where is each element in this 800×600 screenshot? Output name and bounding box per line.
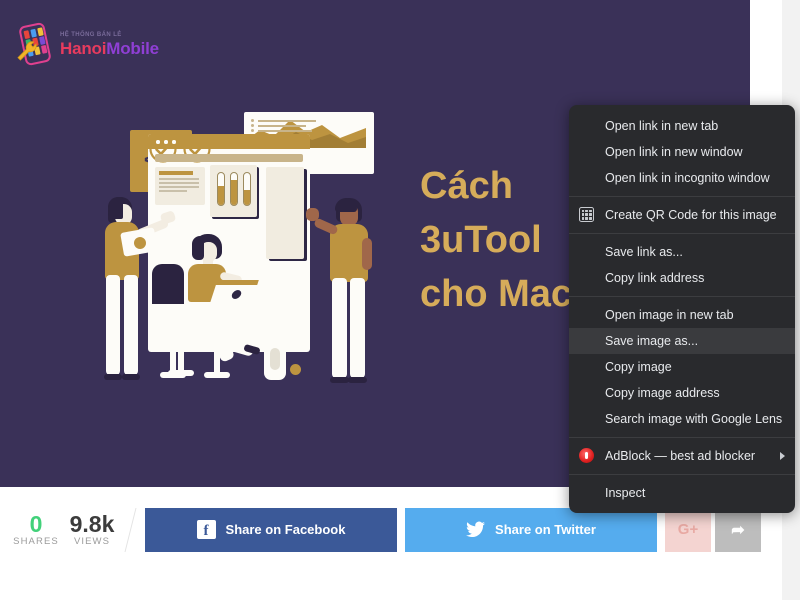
menu-item-copy-image-address[interactable]: Copy image address	[569, 380, 795, 406]
menu-separator	[569, 233, 795, 234]
menu-separator	[569, 196, 795, 197]
menu-item-open-link-incognito[interactable]: Open link in incognito window	[569, 165, 795, 191]
share-twitter-label: Share on Twitter	[495, 522, 596, 537]
menu-item-label: Create QR Code for this image	[605, 208, 777, 222]
share-facebook-label: Share on Facebook	[225, 522, 346, 537]
menu-item-label: Copy image	[605, 360, 672, 374]
qr-code-icon	[579, 207, 595, 223]
menu-item-adblock[interactable]: AdBlock — best ad blocker	[569, 443, 795, 469]
menu-item-save-link-as[interactable]: Save link as...	[569, 239, 795, 265]
menu-item-label: Open link in new tab	[605, 119, 719, 133]
site-logo[interactable]: HỆ THỐNG BÁN LẺ HanoiMobile	[16, 21, 159, 67]
menu-item-label: Open image in new tab	[605, 308, 734, 322]
menu-separator	[569, 474, 795, 475]
menu-item-open-link-new-tab[interactable]: Open link in new tab	[569, 113, 795, 139]
menu-item-label: Save image as...	[605, 334, 699, 348]
share-more-button[interactable]: ➦	[715, 507, 761, 552]
views-counter: 9.8k VIEWS	[64, 512, 120, 547]
menu-item-label: Open link in incognito window	[605, 171, 770, 185]
wrench-icon	[17, 41, 37, 61]
share-twitter-button[interactable]: Share on Twitter	[405, 507, 657, 552]
phone-wrench-icon	[16, 21, 54, 67]
adblock-icon	[579, 448, 595, 464]
menu-item-label: Open link in new window	[605, 145, 743, 159]
browser-page: HỆ THỐNG BÁN LẺ HanoiMobile Cách 3uTool …	[0, 0, 800, 600]
chevron-right-icon	[780, 452, 785, 460]
shares-value: 0	[29, 510, 43, 537]
logo-tagline: HỆ THỐNG BÁN LẺ	[60, 31, 122, 38]
views-label: VIEWS	[73, 536, 111, 548]
menu-item-label: Save link as...	[605, 245, 683, 259]
facebook-icon: f	[196, 520, 216, 539]
twitter-icon	[466, 521, 486, 538]
menu-item-label: Search image with Google Lens	[605, 412, 783, 426]
menu-item-open-image-new-tab[interactable]: Open image in new tab	[569, 302, 795, 328]
menu-item-save-image-as[interactable]: Save image as...	[569, 328, 795, 354]
shares-counter: 0 SHARES	[8, 512, 64, 547]
logo-name-primary: Hanoi	[60, 38, 107, 58]
menu-separator	[569, 437, 795, 438]
menu-item-label: Copy link address	[605, 271, 705, 285]
hero-title-line-1: Cách	[420, 165, 513, 207]
menu-item-create-qr-code[interactable]: Create QR Code for this image	[569, 202, 795, 228]
hero-title-line-3: cho Mac	[420, 272, 573, 315]
menu-item-copy-image[interactable]: Copy image	[569, 354, 795, 380]
menu-item-copy-link-address[interactable]: Copy link address	[569, 265, 795, 291]
menu-item-inspect[interactable]: Inspect	[569, 480, 795, 506]
logo-name-secondary: Mobile	[106, 38, 159, 58]
context-menu[interactable]: Open link in new tab Open link in new wi…	[569, 105, 795, 513]
menu-item-open-link-new-window[interactable]: Open link in new window	[569, 139, 795, 165]
share-arrow-icon: ➦	[731, 521, 745, 539]
menu-item-search-google-lens[interactable]: Search image with Google Lens	[569, 406, 795, 432]
team-analytics-illustration: </>	[84, 112, 374, 394]
views-value: 9.8k	[69, 510, 115, 537]
hero-title: Cách 3uTool cho Mac	[420, 160, 572, 322]
menu-item-label: Inspect	[605, 486, 646, 500]
menu-item-label: AdBlock — best ad blocker	[605, 449, 756, 463]
menu-item-label: Copy image address	[605, 386, 720, 400]
google-plus-icon: G+	[677, 521, 699, 538]
menu-separator	[569, 296, 795, 297]
stats-divider	[124, 507, 137, 552]
hero-title-line-2: 3uTool	[420, 218, 542, 261]
share-facebook-button[interactable]: f Share on Facebook	[145, 507, 397, 552]
share-googleplus-button[interactable]: G+	[665, 507, 711, 552]
shares-label: SHARES	[13, 536, 59, 548]
